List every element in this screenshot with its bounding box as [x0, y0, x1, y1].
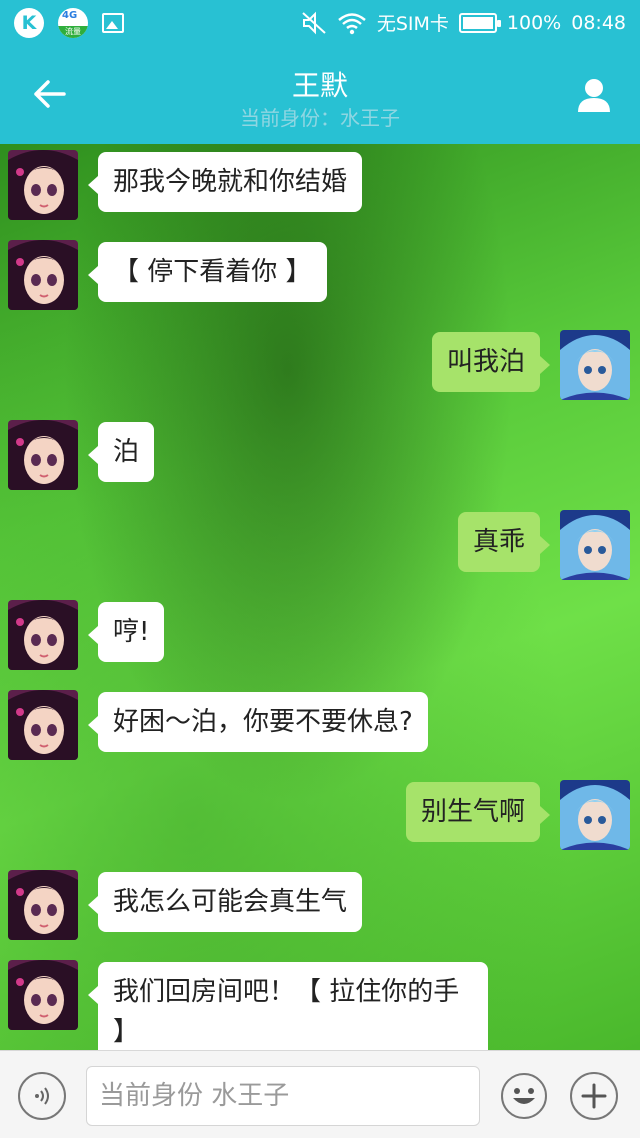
message-bubble[interactable]: 我们回房间吧！【 拉住你的手 】	[88, 962, 488, 1050]
battery-percent: 100%	[506, 11, 562, 34]
prince-avatar-icon	[560, 510, 630, 580]
message-text: 真乖	[472, 527, 525, 557]
message-bubble[interactable]: 别生气啊	[405, 782, 551, 842]
voice-icon	[35, 1087, 49, 1105]
battery-icon	[458, 12, 501, 33]
message-text: 哼!	[113, 617, 150, 647]
message-text: 我怎么可能会真生气	[113, 887, 348, 917]
message-list[interactable]: 那我今晚就和你结婚 【 停下看着你 】 叫我泊 泊 真乖 哼! 好困～泊，你要不…	[0, 144, 640, 1050]
smiley-icon	[501, 1073, 547, 1119]
avatar-girl[interactable]	[8, 150, 78, 220]
avatar-girl[interactable]	[8, 870, 78, 940]
message-text: 泊	[113, 437, 140, 467]
prince-avatar-icon	[560, 330, 630, 400]
more-button[interactable]	[570, 1072, 618, 1120]
k-app-icon: K	[14, 8, 44, 38]
clock: 08:48	[571, 11, 626, 34]
girl-avatar-icon	[8, 960, 78, 1030]
message-bubble[interactable]: 叫我泊	[431, 332, 551, 392]
girl-avatar-icon	[8, 870, 78, 940]
message-bubble[interactable]: 好困～泊，你要不要休息?	[88, 692, 428, 752]
girl-avatar-icon	[8, 690, 78, 760]
message-bubble[interactable]: 真乖	[457, 512, 551, 572]
girl-avatar-icon	[8, 420, 78, 490]
plus-icon	[581, 1083, 607, 1109]
message-text: 我们回房间吧！【 拉住你的手 】	[113, 977, 460, 1047]
mute-icon	[302, 11, 326, 34]
network-type: 4G	[62, 10, 78, 21]
message-bubble[interactable]: 泊	[87, 422, 155, 482]
girl-avatar-icon	[8, 240, 78, 310]
chat-header: 王默 当前身份：水王子	[0, 46, 640, 144]
avatar-girl[interactable]	[8, 960, 78, 1030]
avatar-prince[interactable]	[560, 780, 630, 850]
girl-avatar-icon	[8, 150, 78, 220]
message-bubble[interactable]: 我怎么可能会真生气	[87, 872, 363, 932]
message-bubble[interactable]: 那我今晚就和你结婚	[87, 152, 363, 212]
message-bubble[interactable]: 哼!	[87, 602, 165, 662]
sim-status: 无SIM卡	[376, 13, 449, 35]
profile-button[interactable]	[574, 74, 614, 114]
traffic-label: 流量	[58, 26, 88, 38]
girl-avatar-icon	[8, 600, 78, 670]
message-text: 别生气啊	[420, 797, 525, 827]
chat-title: 王默	[291, 69, 348, 102]
avatar-girl[interactable]	[8, 420, 78, 490]
avatar-girl[interactable]	[8, 240, 78, 310]
message-bubble[interactable]: 【 停下看着你 】	[88, 242, 327, 302]
avatar-prince[interactable]	[560, 330, 630, 400]
voice-button[interactable]	[18, 1072, 66, 1120]
background-photo	[235, 744, 279, 872]
emoji-button[interactable]	[500, 1072, 548, 1120]
message-text: 那我今晚就和你结婚	[113, 167, 348, 197]
current-identity: 当前身份：水王子	[240, 106, 400, 130]
avatar-girl[interactable]	[8, 600, 78, 670]
image-notification-icon	[102, 13, 124, 33]
message-text: 【 停下看着你 】	[113, 257, 312, 287]
network-traffic-icon: 4G 流量	[58, 8, 88, 38]
avatar-girl[interactable]	[8, 690, 78, 760]
wifi-icon	[338, 12, 366, 34]
message-text: 叫我泊	[446, 347, 525, 377]
message-text: 好困～泊，你要不要休息?	[113, 707, 413, 737]
input-bar	[0, 1050, 640, 1138]
message-input[interactable]	[86, 1066, 480, 1126]
prince-avatar-icon	[560, 780, 630, 850]
avatar-prince[interactable]	[560, 510, 630, 580]
user-icon	[578, 79, 610, 112]
k-app-label: K	[21, 12, 37, 34]
status-bar: K 4G 流量 无SIM卡 100% 08:48	[0, 0, 640, 46]
